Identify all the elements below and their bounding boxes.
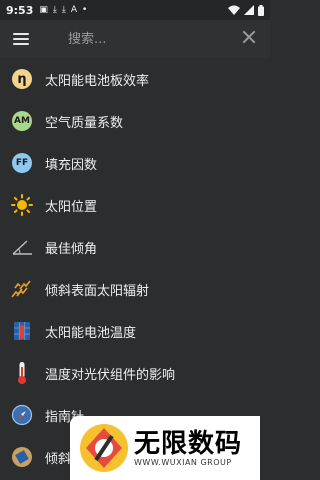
list-item-label: 温度对光伏组件的影响	[45, 367, 176, 383]
list-item-label: 太阳能电池板效率	[45, 73, 150, 89]
solar-cell-icon	[14, 322, 30, 340]
download-icon-2: ⤓	[61, 5, 66, 15]
list-item-temperature-effect[interactable]: 温度对光伏组件的影响	[0, 352, 270, 394]
list-item-label: 空气质量系数	[45, 115, 124, 131]
sun-icon	[11, 194, 33, 216]
search-input[interactable]	[66, 27, 220, 51]
list-item-label: 太阳位置	[45, 199, 98, 215]
list-item-tilted-radiation[interactable]: 倾斜表面太阳辐射	[0, 268, 270, 310]
list-item-air-mass[interactable]: AM 空气质量系数	[0, 100, 270, 142]
watermark-title: 无限数码	[134, 428, 243, 459]
list-item-panel-efficiency[interactable]: η 太阳能电池板效率	[0, 58, 270, 100]
am-icon: AM	[12, 111, 32, 131]
close-icon[interactable]	[242, 30, 256, 44]
thermometer-icon	[18, 362, 26, 384]
list-item-label: 填充因数	[45, 157, 98, 173]
menu-icon[interactable]	[13, 33, 29, 45]
brand-logo-icon	[80, 424, 128, 472]
ff-icon: FF	[12, 153, 32, 173]
app-bar	[0, 20, 270, 58]
status-time: 9:53	[6, 3, 34, 17]
font-notification-icon: A	[70, 5, 78, 15]
radiation-icon	[11, 280, 31, 298]
download-icon: ⤓	[52, 5, 57, 15]
list-item-optimal-tilt[interactable]: 最佳倾角	[0, 226, 270, 268]
image-notification-icon: ▣	[39, 5, 48, 15]
tilt-icon	[12, 447, 32, 467]
dot-icon: •	[82, 5, 88, 15]
battery-icon	[258, 4, 264, 16]
list-item-sun-position[interactable]: 太阳位置	[0, 184, 270, 226]
watermark-logo: 无限数码 WWW.WUXIAN GROUP	[70, 416, 260, 480]
list-item-label: 倾斜表面太阳辐射	[45, 283, 150, 299]
list-item-label: 太阳能电池温度	[45, 325, 137, 341]
status-bar: 9:53 ▣ ⤓ ⤓ A •	[0, 0, 270, 20]
list-item-label: 倾斜	[45, 451, 72, 467]
signal-icon	[244, 5, 254, 15]
list-item-cell-temperature[interactable]: 太阳能电池温度	[0, 310, 270, 352]
compass-icon	[11, 404, 33, 426]
tilt-angle-icon	[12, 240, 32, 255]
watermark-subtitle: WWW.WUXIAN GROUP	[134, 457, 232, 467]
list-item-label: 最佳倾角	[45, 241, 98, 257]
wifi-icon	[228, 5, 240, 15]
eta-icon: η	[12, 69, 32, 89]
list-item-fill-factor[interactable]: FF 填充因数	[0, 142, 270, 184]
